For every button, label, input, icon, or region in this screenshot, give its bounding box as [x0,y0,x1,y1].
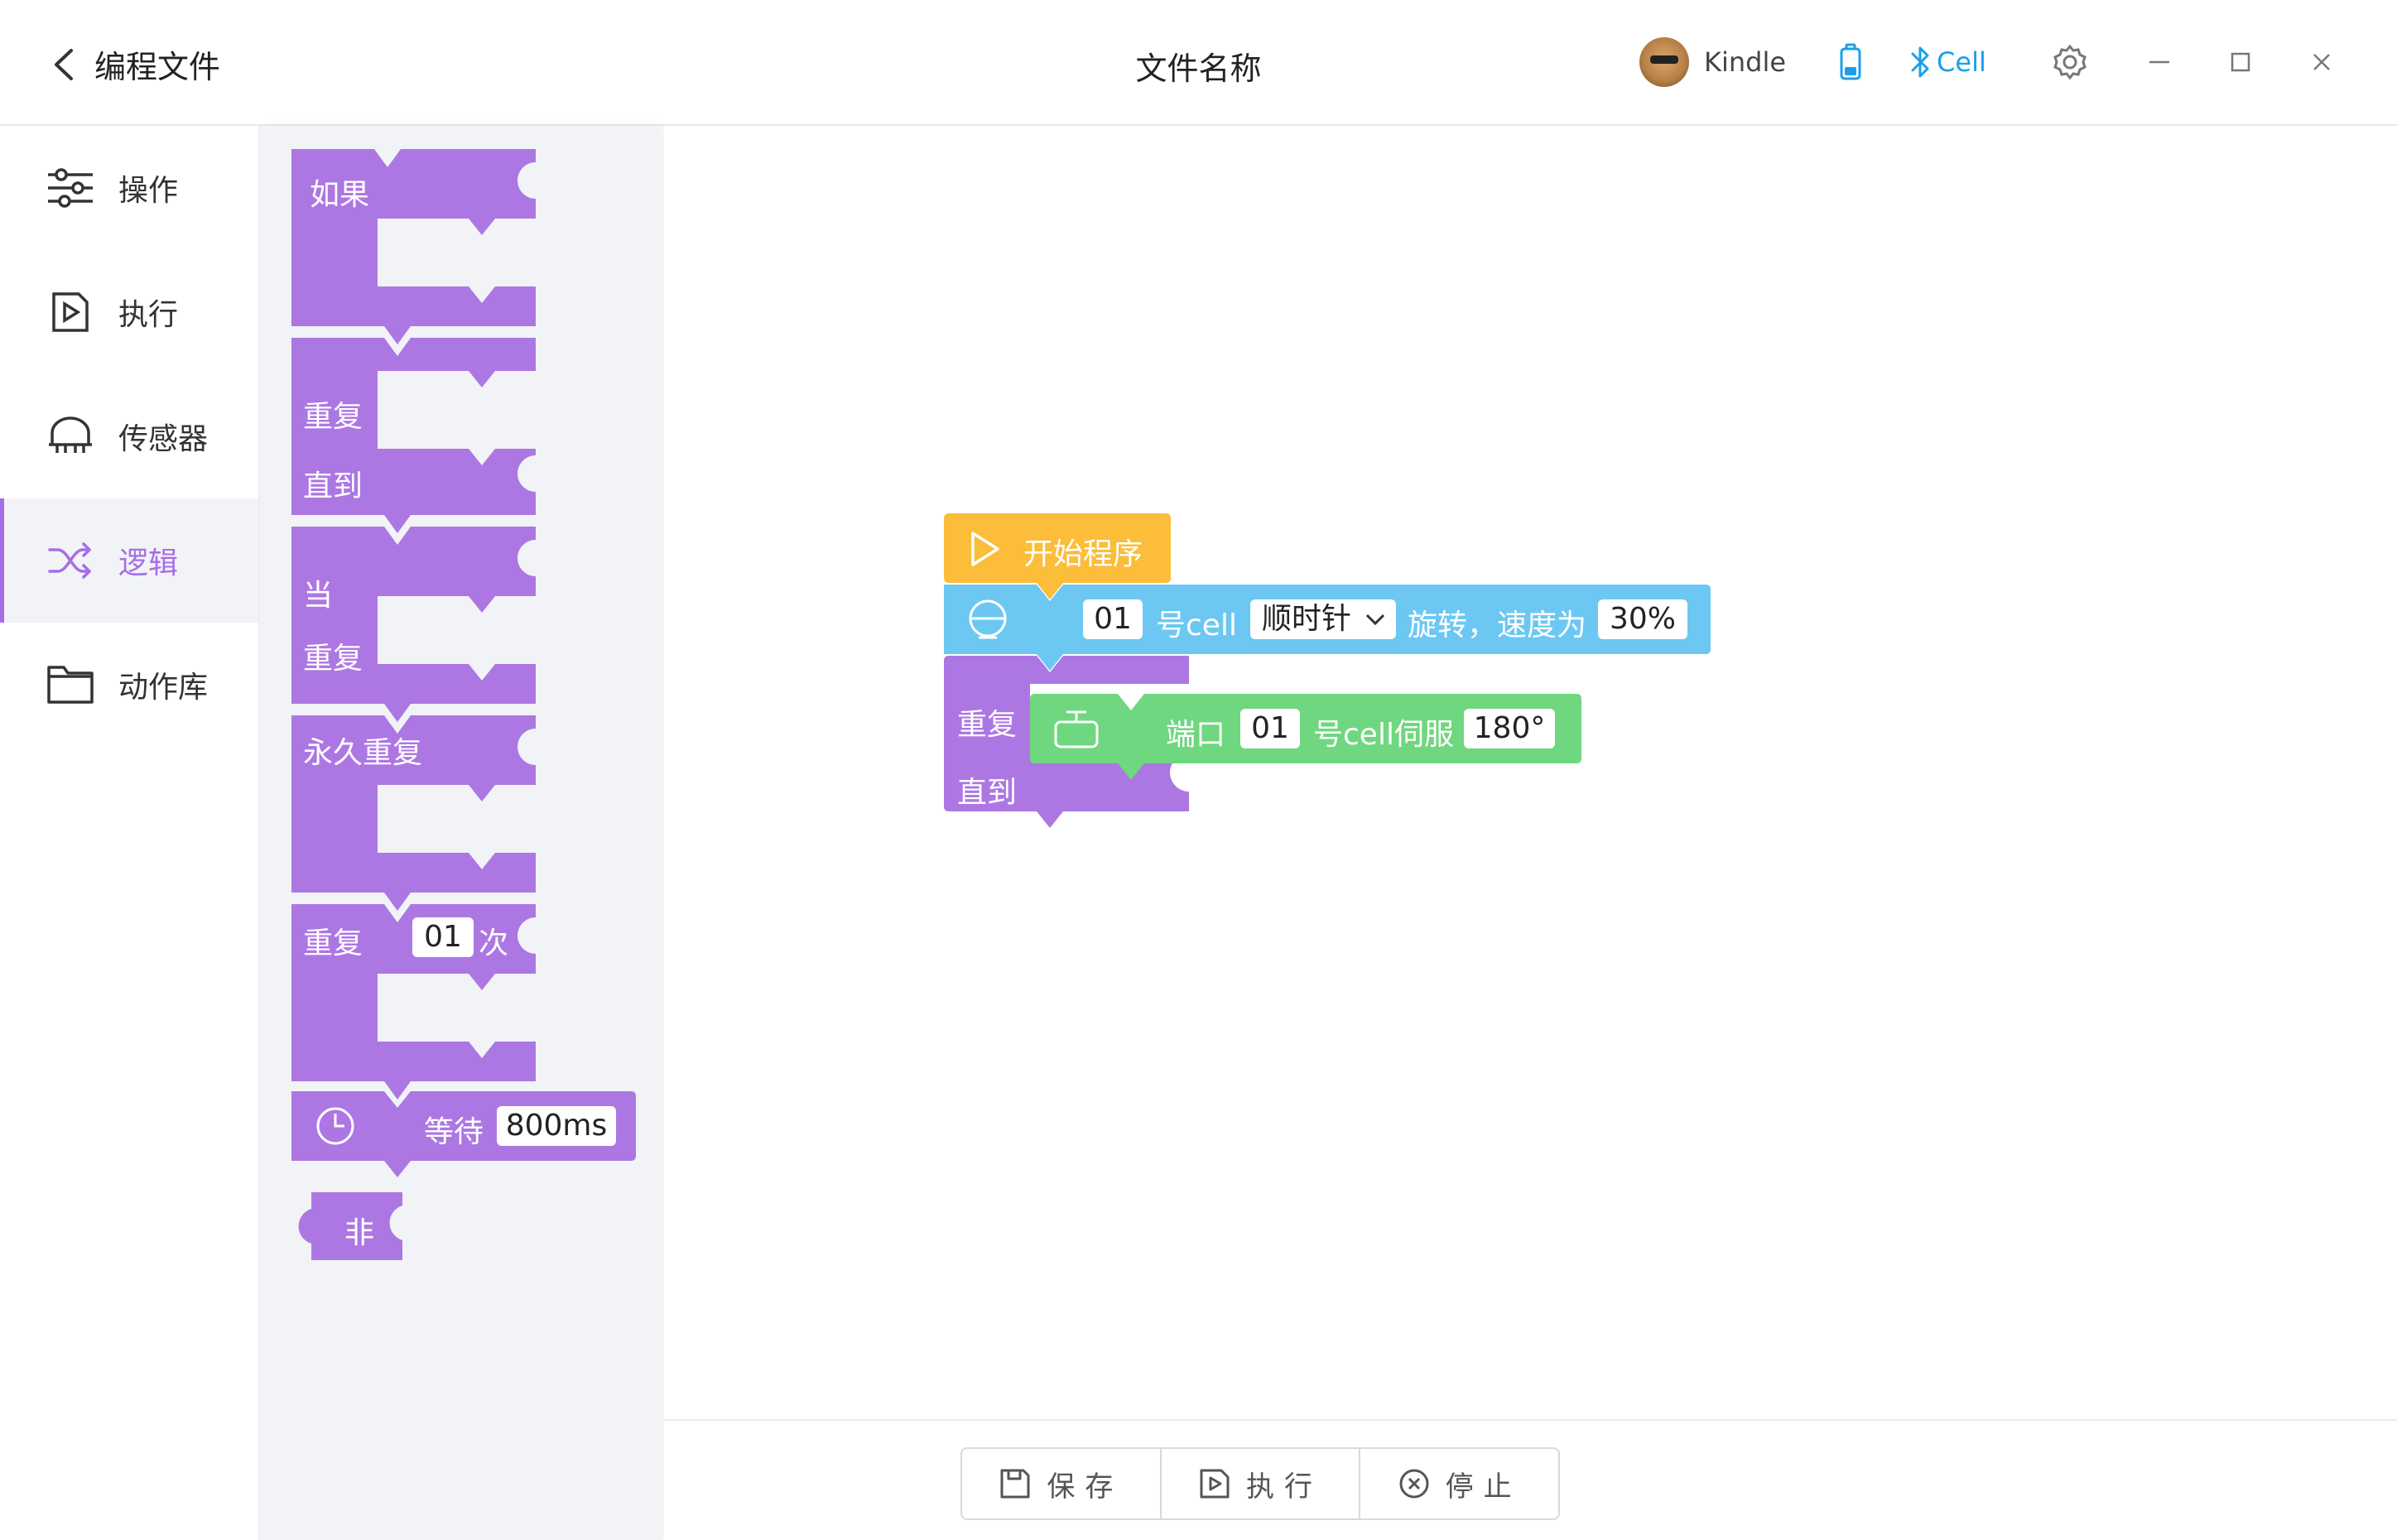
if-block[interactable]: 如果 [291,149,540,344]
wait-label: 等待 [424,1115,484,1149]
not-block[interactable]: 非 [291,1191,416,1262]
folder-icon [46,660,95,710]
header-actions: Kindle Cell [1639,33,2334,91]
sidebar-item-label: 逻辑 [118,546,179,580]
close-button[interactable] [2309,50,2334,75]
repeat-label: 重复 [303,642,363,676]
stop-label: 停止 [1445,1470,1522,1504]
servo-angle-field[interactable]: 180° [1464,709,1555,748]
wait-block[interactable]: 等待 800ms [291,1091,638,1177]
times-label: 次 [479,926,509,960]
motor-rotate-block[interactable]: 01 号cell 顺时针 旋转，速度为 30% [944,585,1712,671]
save-icon [1000,1469,1030,1499]
title-bar: 编程文件 文件名称 Kindle Cell [0,0,2397,126]
play-square-icon [46,287,95,337]
servo-icon [1054,710,1099,748]
clock-icon [316,1107,354,1145]
repeat-count-field[interactable]: 01 [412,917,474,957]
sidebar-item-label: 执行 [118,298,179,332]
until-label: 直到 [303,469,363,503]
until-label: 直到 [957,776,1018,810]
start-label: 开始程序 [1023,537,1143,571]
gear-icon [2053,44,2087,80]
start-program-block[interactable]: 开始程序 [944,513,1172,599]
block-palette: 如果 重复 直到 当 重复 永久重复 重复 01 次 等待 800ms 非 [260,126,662,1540]
sidebar-item-label: 操作 [118,174,179,208]
minimize-icon [2149,60,2169,64]
maximize-button[interactable] [2228,50,2253,75]
device-name: Cell [1937,46,1986,78]
repeat-label: 重复 [303,400,363,434]
not-label: 非 [344,1216,375,1250]
minimize-button[interactable] [2147,50,2172,75]
if-label: 如果 [310,178,370,212]
bluetooth-icon [1911,46,1929,78]
repeat-times-block[interactable]: 重复 01 次 [291,904,540,1100]
maximize-icon [2231,52,2250,72]
run-label: 执行 [1246,1470,1322,1504]
user-name[interactable]: Kindle [1704,46,1786,78]
forever-label: 永久重复 [303,736,423,770]
sidebar-item-action-library[interactable]: 动作库 [0,623,258,747]
sidebar-item-sensor[interactable]: 传感器 [0,374,258,498]
stop-button[interactable]: 停止 [1359,1449,1558,1518]
close-icon [2313,54,2330,70]
sidebar-item-operation[interactable]: 操作 [0,126,258,250]
motor-cell-label: 号cell [1156,609,1237,642]
action-toolbar: 保存 执行 停止 [960,1447,1560,1520]
sidebar-item-logic[interactable]: 逻辑 [0,498,258,623]
direction-dropdown[interactable]: 顺时针 [1250,599,1396,639]
repeat-label: 重复 [957,708,1018,742]
repeat-label: 重复 [303,926,363,960]
servo-cell-label: 号cell伺服 [1313,718,1454,752]
wait-duration-field[interactable]: 800ms [497,1106,616,1146]
save-label: 保存 [1047,1470,1124,1504]
sensor-icon [46,411,95,461]
stop-circle-icon [1399,1469,1429,1499]
motor-icon [969,599,1007,639]
sidebar-item-label: 传感器 [118,422,209,456]
servo-port-field[interactable]: 01 [1240,709,1300,748]
servo-block[interactable]: 端口 01 号cell伺服 180° [1030,694,1583,780]
avatar[interactable] [1639,37,1689,87]
save-button[interactable]: 保存 [962,1449,1160,1518]
shuffle-icon [46,536,95,585]
rotate-speed-label: 旋转，速度为 [1408,609,1587,642]
play-icon [971,532,999,566]
run-button[interactable]: 执行 [1159,1449,1360,1518]
sidebar-item-execute[interactable]: 执行 [0,250,258,374]
repeat-until-block[interactable]: 重复 直到 [291,338,540,533]
sidebar-item-label: 动作库 [118,671,209,705]
bluetooth-cell-status[interactable]: Cell [1910,44,1986,80]
when-label: 当 [303,579,334,613]
direction-value: 顺时针 [1262,602,1352,636]
chevron-down-icon [1365,614,1385,626]
battery-icon[interactable] [1834,42,1867,82]
speed-field[interactable]: 30% [1598,599,1687,639]
settings-button[interactable] [2051,43,2089,81]
play-square-icon [1200,1469,1230,1499]
sliders-icon [46,163,95,213]
port-label: 端口 [1166,718,1226,752]
forever-block[interactable]: 永久重复 [291,715,540,911]
bottom-divider [664,1419,2397,1421]
workspace-canvas[interactable]: 开始程序 01 号cell 顺时针 旋转，速度为 30% 重复 直到 端口 01… [664,126,2397,1540]
category-sidebar: 操作 执行 传感器 逻辑 动作库 [0,126,260,1540]
while-block[interactable]: 当 重复 [291,527,540,722]
motor-id-field[interactable]: 01 [1083,599,1143,639]
